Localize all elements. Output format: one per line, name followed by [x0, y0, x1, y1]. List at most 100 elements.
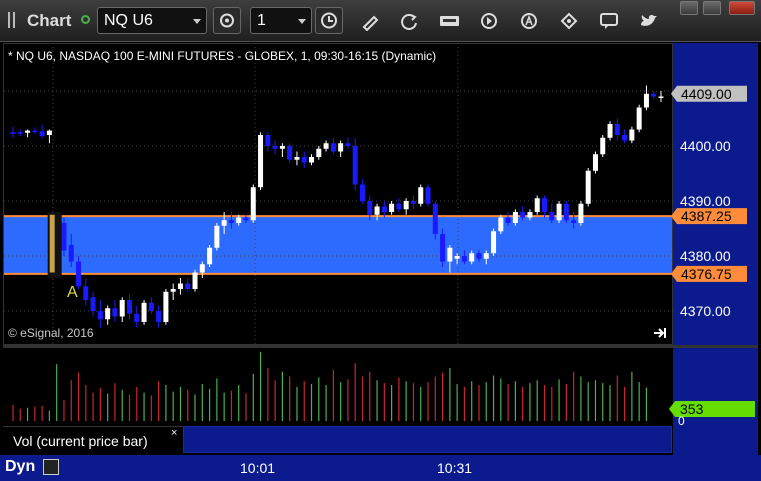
get-icon[interactable]: [439, 11, 461, 31]
interval-value: 1: [257, 12, 266, 29]
price-candle: [592, 151, 598, 174]
price-candle: [432, 201, 438, 240]
price-candle: [119, 297, 125, 322]
time-label: 10:01: [240, 460, 276, 476]
close-study-icon[interactable]: ×: [171, 427, 177, 439]
price-candle: [658, 91, 664, 102]
price-candle: [425, 184, 431, 207]
price-candle: [46, 129, 52, 144]
settings-gear-button[interactable]: [213, 7, 241, 34]
scroll-to-end-icon[interactable]: [652, 326, 668, 340]
time-axis[interactable]: Dyn 10:01 10:31: [0, 455, 761, 481]
price-tick-label: 4400.00: [680, 138, 731, 154]
price-candle: [83, 278, 89, 306]
signal-bar: [49, 214, 55, 273]
price-candle: [440, 228, 446, 267]
current-price-marker-pointer: [671, 85, 677, 102]
alert-a-icon[interactable]: [519, 11, 539, 31]
price-candle: [636, 104, 642, 133]
price-candle: [600, 135, 606, 157]
price-candle: [10, 126, 16, 138]
symbol-input[interactable]: NQ U6: [97, 7, 207, 34]
price-candle: [643, 85, 649, 111]
tools-icon[interactable]: [559, 11, 579, 31]
price-candle: [156, 305, 162, 328]
price-candle: [185, 278, 191, 292]
volume-study-label[interactable]: Vol (current price bar) ×: [3, 426, 183, 453]
price-candle: [170, 283, 176, 300]
price-candle: [396, 198, 402, 212]
price-candle: [345, 137, 351, 149]
price-candle: [338, 140, 344, 157]
price-candle: [294, 151, 300, 166]
refresh-icon[interactable]: [399, 11, 419, 31]
volume-chart[interactable]: 3530: [3, 348, 758, 426]
price-candle: [542, 195, 548, 218]
volume-study-title: Vol (current price bar): [13, 433, 148, 449]
price-candle: [126, 294, 132, 320]
price-candle: [32, 127, 38, 134]
annotation-label: A: [67, 284, 78, 301]
pencil-icon[interactable]: [360, 11, 380, 31]
price-candle: [498, 214, 504, 234]
price-candle: [418, 184, 424, 207]
twitter-icon[interactable]: [639, 11, 659, 31]
price-candle: [381, 201, 387, 218]
price-candle: [549, 203, 555, 223]
clock-icon: [321, 12, 337, 29]
current-price-marker-label: 4409.00: [681, 86, 732, 102]
price-candle: [177, 278, 183, 295]
price-candle: [141, 300, 147, 325]
price-candle: [265, 132, 271, 152]
price-candle: [614, 118, 620, 141]
lock-icon[interactable]: [43, 459, 59, 475]
price-candle: [17, 129, 23, 137]
price-candle: [301, 151, 307, 168]
price-candle: [491, 228, 497, 256]
price-candle: [163, 289, 169, 325]
chevron-down-icon[interactable]: [298, 19, 306, 24]
price-candle: [287, 143, 293, 163]
price-tick-label: 4370.00: [680, 303, 731, 319]
chart-info-label: * NQ U6, NASDAQ 100 E-MINI FUTURES - GLO…: [8, 49, 437, 63]
volume-zero-label: 0: [678, 414, 685, 426]
price-candle: [61, 217, 67, 256]
price-candle: [105, 305, 111, 325]
price-candle: [250, 184, 256, 223]
price-candle: [389, 201, 395, 215]
price-candle: [323, 140, 329, 152]
volume-label-bar: [183, 426, 672, 453]
close-icon[interactable]: [729, 1, 755, 15]
price-candle: [316, 146, 322, 160]
clock-button[interactable]: [315, 7, 343, 34]
restore-icon[interactable]: [680, 1, 698, 15]
price-candle: [207, 245, 213, 267]
price-candle: [258, 132, 264, 190]
price-candle: [39, 125, 45, 138]
price-candle: [359, 179, 365, 204]
price-candle: [578, 201, 584, 226]
price-candle: [279, 143, 285, 157]
dynamic-mode-label[interactable]: Dyn: [5, 458, 35, 476]
price-candle: [585, 168, 591, 207]
price-candle: [622, 129, 628, 144]
price-candle: [25, 129, 31, 138]
play-icon[interactable]: [479, 11, 499, 31]
price-candle: [112, 300, 118, 322]
price-candle: [330, 137, 336, 155]
chat-icon[interactable]: [599, 11, 619, 31]
maximize-icon[interactable]: [703, 1, 721, 15]
price-candle: [410, 195, 416, 210]
chevron-down-icon[interactable]: [193, 19, 201, 24]
interval-input[interactable]: 1: [250, 7, 312, 34]
price-candle: [90, 291, 96, 317]
highlight-band: [4, 216, 672, 274]
symbol-value: NQ U6: [104, 12, 153, 29]
price-chart[interactable]: A4410.004400.004390.004380.004370.004409…: [3, 43, 758, 345]
price-candle: [134, 305, 140, 328]
price-tick-label: 4380.00: [680, 248, 731, 264]
price-candle: [556, 201, 562, 223]
price-tick-label: 4390.00: [680, 193, 731, 209]
grip-icon[interactable]: [8, 12, 18, 28]
price-candle: [629, 126, 635, 144]
